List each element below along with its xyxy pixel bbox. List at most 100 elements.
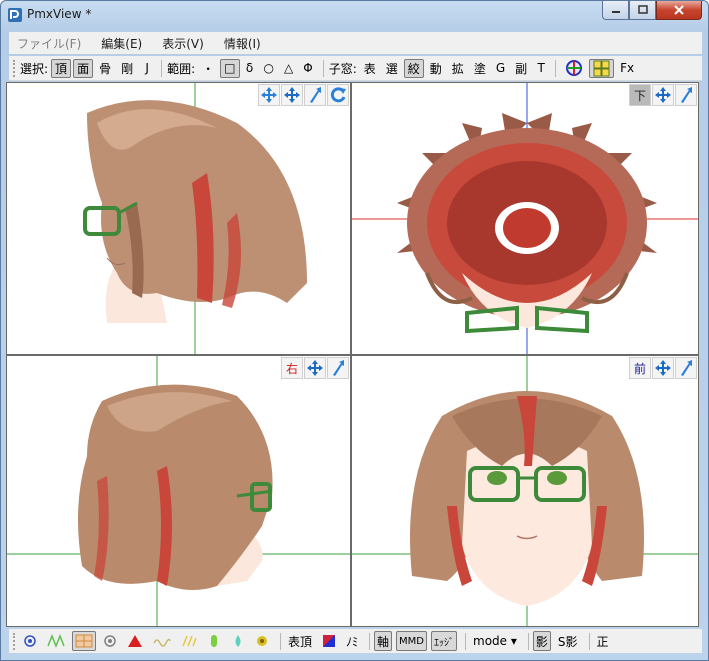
toolbar-separator <box>588 632 590 650</box>
close-icon <box>674 5 684 15</box>
toolbar-separator <box>322 59 324 77</box>
zoom-arrow-icon <box>681 360 692 376</box>
select-rigid-button[interactable]: 剛 <box>117 59 137 78</box>
cyan-drop-icon <box>235 635 241 647</box>
right-view-tools: 右 <box>281 357 349 379</box>
maximize-button[interactable] <box>629 1 656 20</box>
color-swatch-button[interactable] <box>319 631 339 651</box>
move-button[interactable] <box>652 84 674 106</box>
yellow-lines-icon <box>182 635 197 647</box>
move-arrows-icon <box>655 360 671 376</box>
move-button[interactable] <box>304 357 326 379</box>
subwindow-sub-button[interactable]: 副 <box>511 59 531 78</box>
range-delta-button[interactable]: δ <box>242 59 258 78</box>
view-bottom-label[interactable]: 下 <box>629 84 651 106</box>
subwindow-move-button[interactable]: 動 <box>426 59 446 78</box>
axis-button[interactable]: 軸 <box>374 631 393 651</box>
joint-display-button[interactable] <box>252 631 272 651</box>
self-shadow-button[interactable]: S影 <box>555 631 581 651</box>
move-button[interactable] <box>652 357 674 379</box>
wire-green-icon <box>47 634 65 648</box>
quad-view-icon <box>593 60 610 76</box>
target-icon <box>104 635 116 647</box>
move-arrows-icon <box>307 360 323 376</box>
triangle-display-button[interactable] <box>124 631 146 651</box>
shadow-button[interactable]: 影 <box>532 631 551 651</box>
move-arrows-icon <box>284 87 300 103</box>
toolbar-grip[interactable] <box>13 59 16 77</box>
bottom-toolbar: 表頂 ﾉﾐ 軸 MMD ｴｯｼﾞ mode ▾ 影 S影 正 <box>9 629 702 653</box>
subwindow-select-button[interactable]: 選 <box>382 59 402 78</box>
toolbar-grip[interactable] <box>13 632 16 650</box>
close-button[interactable] <box>656 1 702 20</box>
subwindow-scale-button[interactable]: 拡 <box>448 59 468 78</box>
main-toolbar: 選択: 頂 面 骨 剛 J 範囲: ・ □ δ ○ △ Φ 子窓: 表 選 絞 … <box>9 56 702 81</box>
toolbar-separator <box>465 632 467 650</box>
menu-view[interactable]: 表示(V) <box>162 35 204 52</box>
menu-edit[interactable]: 編集(E) <box>101 35 142 52</box>
range-label: 範囲: <box>167 61 196 76</box>
pan-button[interactable] <box>258 84 280 106</box>
subwindow-table-button[interactable]: 表 <box>360 59 380 78</box>
move-arrows-icon <box>655 87 671 103</box>
toolbar-separator <box>369 632 371 650</box>
menu-info[interactable]: 情報(I) <box>224 35 261 52</box>
wire-display-button[interactable] <box>44 631 68 651</box>
zoom-button[interactable] <box>327 357 349 379</box>
view-front-label[interactable]: 前 <box>629 357 651 379</box>
front-viewport[interactable]: 前 <box>352 356 698 626</box>
bottom-viewport[interactable]: 下 <box>352 83 698 354</box>
correct-button[interactable]: 正 <box>594 631 612 651</box>
bone-point-button[interactable] <box>100 631 120 651</box>
vertex-dot-icon <box>24 635 36 647</box>
select-bone-button[interactable]: 骨 <box>95 59 115 78</box>
title-bar[interactable]: PmxView * <box>1 1 708 29</box>
green-capsule-icon <box>211 635 217 647</box>
maximize-icon <box>637 5 648 14</box>
right-viewport[interactable]: 右 <box>7 356 350 626</box>
quad-view-button[interactable] <box>589 58 615 78</box>
zoom-button[interactable] <box>675 357 697 379</box>
zoom-button[interactable] <box>675 84 697 106</box>
range-phi-button[interactable]: Φ <box>299 59 316 78</box>
fx-button[interactable]: Fx <box>616 59 638 78</box>
move-button[interactable] <box>281 84 303 106</box>
edge-button[interactable]: ｴｯｼﾞ <box>431 631 458 651</box>
subwindow-g-button[interactable]: G <box>492 59 509 78</box>
range-circle-button[interactable]: ○ <box>260 59 278 78</box>
mesh-display-button[interactable] <box>72 631 96 651</box>
axis-gizmo-icon <box>566 60 583 76</box>
menu-file[interactable]: ファイル(F) <box>17 35 81 52</box>
minimize-button[interactable] <box>602 1 629 20</box>
window-title: PmxView * <box>27 7 92 21</box>
mmd-button[interactable]: MMD <box>396 631 428 651</box>
mode-dropdown[interactable]: mode ▾ <box>470 631 520 651</box>
subwindow-t-button[interactable]: T <box>533 59 549 78</box>
subwindow-paint-button[interactable]: 塗 <box>470 59 490 78</box>
pan-arrows-icon <box>261 87 277 103</box>
zoom-button[interactable] <box>304 84 326 106</box>
mi-button[interactable]: ﾉﾐ <box>343 631 361 651</box>
uv-display-button[interactable] <box>178 631 200 651</box>
normal-display-button[interactable] <box>150 631 174 651</box>
range-dot-button[interactable]: ・ <box>198 59 218 78</box>
subwindow-narrow-button[interactable]: 絞 <box>403 58 424 78</box>
view-right-label[interactable]: 右 <box>281 357 303 379</box>
rotate-button[interactable] <box>327 84 349 106</box>
range-rect-button[interactable]: □ <box>220 58 240 78</box>
toolbar-separator <box>527 632 529 650</box>
rigid-display-button[interactable] <box>228 631 248 651</box>
pmxview-window: PmxView * ファイル(F) 編集(E) 表示(V) 情報(I) 選択: … <box>0 0 709 661</box>
morph-display-button[interactable] <box>204 631 224 651</box>
perspective-viewport[interactable] <box>7 83 350 354</box>
select-joint-button[interactable]: J <box>139 59 155 78</box>
vertex-display-button[interactable] <box>20 631 40 651</box>
surface-vertex-button[interactable]: 表頂 <box>285 631 315 651</box>
axis-gizmo-button[interactable] <box>561 59 587 78</box>
color-swatch-icon <box>323 635 336 647</box>
window-controls <box>602 1 702 21</box>
select-face-button[interactable]: 面 <box>73 58 94 78</box>
select-vertex-button[interactable]: 頂 <box>51 58 72 78</box>
toolbar-separator <box>161 59 163 77</box>
range-triangle-button[interactable]: △ <box>280 59 297 78</box>
